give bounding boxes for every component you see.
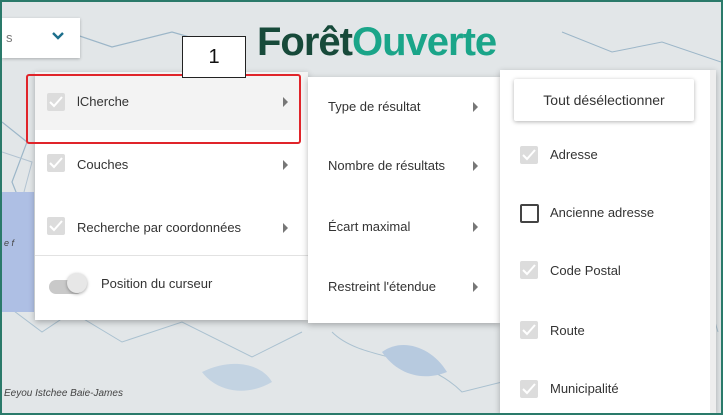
map-partial-label: e f <box>4 238 15 248</box>
result-type-route[interactable]: Route <box>500 316 716 356</box>
submenu-item-type-resultat[interactable]: Type de résultat <box>308 77 500 135</box>
checkbox-unchecked-icon[interactable] <box>520 204 539 223</box>
result-type-label: Code Postal <box>550 263 621 278</box>
submenu-item-restreint-etendue[interactable]: Restreint l'étendue <box>308 259 500 317</box>
map-region-label: Eeyou Istchee Baie-James <box>4 388 123 399</box>
caret-right-icon <box>473 161 478 171</box>
toggle-switch-knob[interactable] <box>67 273 87 293</box>
caret-right-icon <box>283 223 288 233</box>
caret-right-icon <box>473 222 478 232</box>
submenu-item-label: Type de résultat <box>328 99 421 114</box>
submenu-item-ecart-maximal[interactable]: Écart maximal <box>308 197 500 255</box>
caret-right-icon <box>283 97 288 107</box>
toggle-label: Position du curseur <box>101 276 213 291</box>
result-type-label: Municipalité <box>550 381 619 396</box>
result-type-code-postal[interactable]: Code Postal <box>500 256 716 296</box>
chevron-down-icon[interactable] <box>50 28 66 49</box>
menu-item-label: lCherche <box>77 94 130 109</box>
submenu-item-nombre-resultats[interactable]: Nombre de résultats <box>308 137 500 195</box>
submenu-item-label: Nombre de résultats <box>328 158 446 173</box>
callout-number-label: 1 <box>182 36 246 78</box>
result-type-label: Adresse <box>550 147 598 162</box>
caret-right-icon <box>283 160 288 170</box>
menu-item-label: Recherche par coordonnées <box>77 220 242 235</box>
submenu-scrollbar[interactable] <box>710 70 716 413</box>
search-text-fragment: s <box>6 30 13 45</box>
result-type-ancienne-adresse[interactable]: Ancienne adresse <box>500 198 716 238</box>
checkbox-checked-icon[interactable] <box>520 380 538 398</box>
app-logo: ForêtOuverte <box>257 20 497 64</box>
result-type-adresse[interactable]: Adresse <box>500 140 716 180</box>
result-type-municipalite[interactable]: Municipalité <box>500 375 716 413</box>
deselect-all-button[interactable]: Tout désélectionner <box>514 79 694 121</box>
checkbox-checked-icon[interactable] <box>47 217 65 235</box>
logo-part1: Forêt <box>257 20 353 64</box>
result-type-label: Ancienne adresse <box>550 205 655 220</box>
checkbox-checked-icon[interactable] <box>520 146 538 164</box>
checkbox-checked-icon[interactable] <box>47 93 65 111</box>
menu-item-recherche-coordonnees[interactable]: Recherche par coordonnées <box>35 197 308 257</box>
search-dropdown[interactable]: s <box>2 18 80 58</box>
checkbox-checked-icon[interactable] <box>520 321 538 339</box>
result-type-label: Route <box>550 323 585 338</box>
menu-divider <box>35 255 308 256</box>
caret-right-icon <box>473 102 478 112</box>
checkbox-checked-icon[interactable] <box>47 154 65 172</box>
search-submenu: Type de résultat Nombre de résultats Éca… <box>308 77 500 323</box>
settings-menu: lCherche Couches Recherche par coordonné… <box>35 72 308 320</box>
caret-right-icon <box>473 282 478 292</box>
app-frame: Eeyou Istchee Baie-James e f s ForêtOuve… <box>0 0 723 415</box>
checkbox-checked-icon[interactable] <box>520 261 538 279</box>
submenu-item-label: Restreint l'étendue <box>328 279 436 294</box>
menu-item-cherche[interactable]: lCherche <box>35 72 308 130</box>
menu-item-couches[interactable]: Couches <box>35 132 308 192</box>
result-type-submenu: Tout désélectionner Adresse Ancienne adr… <box>500 70 716 413</box>
menu-item-label: Couches <box>77 157 129 172</box>
logo-part2: Ouverte <box>352 20 497 64</box>
submenu-item-label: Écart maximal <box>328 219 411 234</box>
